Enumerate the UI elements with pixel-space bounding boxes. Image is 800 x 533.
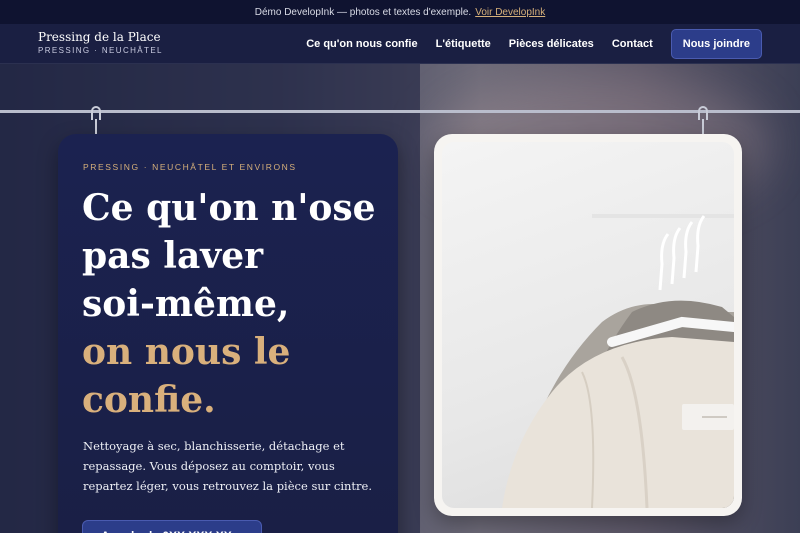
hero-card: PRESSING · NEUCHÂTEL ET ENVIRONS Ce qu'o…: [58, 134, 398, 533]
site-header: Pressing de la Place PRESSING · NEUCHÂTE…: [0, 24, 800, 64]
headline-accent-line: on nous le: [82, 331, 291, 373]
headline-line: pas laver: [82, 235, 264, 277]
hero-headline: Ce qu'on n'ose pas laver soi-même, on no…: [82, 184, 392, 424]
nav-item-contact[interactable]: Contact: [612, 38, 653, 50]
rail-hook-right: [698, 106, 708, 120]
rail-hook-left-line: [95, 119, 97, 135]
brand-name: Pressing de la Place: [38, 30, 161, 44]
clothing-rail: [0, 110, 800, 113]
rail-hook-right-line: [702, 119, 704, 135]
brand-logo[interactable]: Pressing de la Place PRESSING · NEUCHÂTE…: [38, 30, 163, 55]
hanger-icon: [658, 215, 706, 291]
hero-eyebrow: PRESSING · NEUCHÂTEL ET ENVIRONS: [83, 162, 297, 172]
nav-item-pieces-delicates[interactable]: Pièces délicates: [509, 38, 594, 50]
rail-hook-left: [91, 106, 101, 120]
main-nav: Ce qu'on nous confie L'étiquette Pièces …: [306, 29, 762, 59]
nav-item-etiquette[interactable]: L'étiquette: [436, 38, 491, 50]
call-button[interactable]: Appeler le 0XX XXX XX XX: [82, 520, 262, 533]
hero-photo: [442, 142, 734, 508]
hero-photo-frame: [434, 134, 742, 516]
demo-banner-text: Démo DevelopInk — photos et textes d'exe…: [254, 6, 472, 18]
demo-banner-link[interactable]: Voir DevelopInk: [475, 7, 545, 18]
headline-line: Ce qu'on n'ose: [82, 187, 376, 229]
hero-lead: Nettoyage à sec, blanchisserie, détachag…: [83, 439, 373, 493]
hero-section: PRESSING · NEUCHÂTEL ET ENVIRONS Ce qu'o…: [0, 64, 800, 533]
nav-item-ce-quon-nous-confie[interactable]: Ce qu'on nous confie: [306, 38, 417, 50]
demo-banner: Démo DevelopInk — photos et textes d'exe…: [0, 0, 800, 24]
brand-subtitle: PRESSING · NEUCHÂTEL: [38, 46, 163, 55]
nous-joindre-button[interactable]: Nous joindre: [670, 29, 762, 59]
headline-accent-line: confie.: [82, 379, 216, 421]
clothes-on-hangers-illustration: [502, 214, 734, 508]
headline-line: soi-même,: [82, 283, 290, 325]
